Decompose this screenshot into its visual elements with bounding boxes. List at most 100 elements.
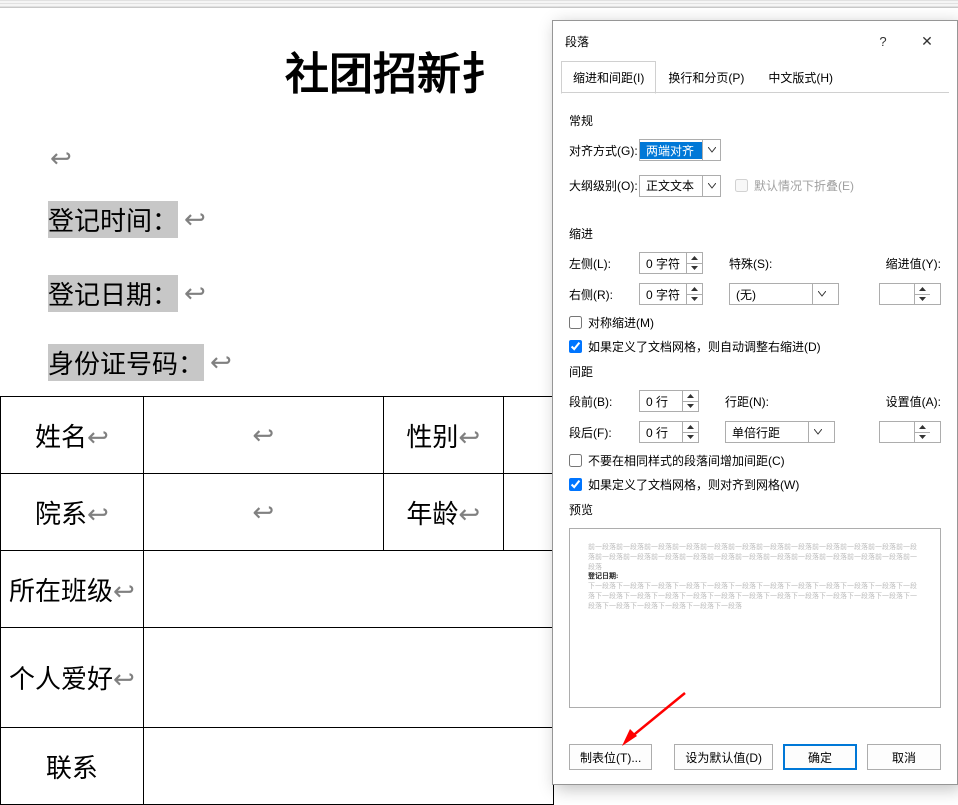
chevron-down-icon[interactable] — [687, 295, 702, 305]
cell-contact-label[interactable]: 联系 — [1, 728, 144, 805]
cell-name-label[interactable]: 姓名↩ — [1, 397, 144, 474]
selected-text[interactable]: 身份证号码： — [48, 344, 204, 381]
line-spacing-select[interactable]: 单倍行距 — [725, 421, 835, 443]
set-default-button[interactable]: 设为默认值(D) — [674, 744, 773, 770]
chevron-up-icon[interactable] — [687, 253, 702, 264]
dialog-footer: 制表位(T)... 设为默认值(D) 确定 取消 — [553, 734, 957, 784]
cell-age-value[interactable] — [503, 474, 553, 551]
outline-select[interactable]: 正文文本 — [639, 175, 721, 197]
cell-gender-label[interactable]: 性别↩ — [383, 397, 503, 474]
form-table: 姓名↩ ↩ 性别↩ 院系↩ ↩ 年龄↩ 所在班级↩ 个人爱好↩ 联系 — [0, 396, 554, 805]
paragraph-mark-icon: ↩ — [113, 664, 135, 694]
chevron-down-icon[interactable] — [915, 433, 930, 443]
dialog-titlebar[interactable]: 段落 ? ✕ — [553, 21, 957, 61]
label-collapse: 默认情况下折叠(E) — [754, 177, 854, 194]
spinner-buttons[interactable] — [686, 284, 702, 304]
label-indent-value: 缩进值(Y): — [871, 255, 941, 272]
preview-text-after: 下一段落下一段落下一段落下一段落下一段落下一段落下一段落下一段落下一段落下一段落… — [588, 582, 922, 611]
line-id-number: 身份证号码： ↩ — [48, 344, 232, 381]
close-button[interactable]: ✕ — [905, 25, 949, 57]
chevron-down-icon — [812, 284, 830, 304]
outline-value: 正文文本 — [640, 177, 702, 194]
paragraph-mark-icon: ↩ — [458, 499, 480, 529]
space-before-spinner[interactable]: 0 行 — [639, 390, 699, 412]
cell-hobby-label[interactable]: 个人爱好↩ — [1, 628, 144, 728]
chevron-down-icon — [702, 140, 720, 160]
cell-hobby-value[interactable] — [143, 628, 553, 728]
paragraph-mark-icon: ↩ — [50, 143, 72, 174]
cell-name-value[interactable]: ↩ — [143, 397, 383, 474]
cell-class-value[interactable] — [143, 551, 553, 628]
label-no-space: 不要在相同样式的段落间增加间距(C) — [588, 452, 785, 469]
no-space-same-style-checkbox[interactable] — [569, 454, 582, 467]
help-button[interactable]: ? — [861, 25, 905, 57]
paragraph-mark-icon: ↩ — [87, 422, 109, 452]
preview-text-before: 前一段落前一段落前一段落前一段落前一段落前一段落前一段落前一段落前一段落前一段落… — [588, 543, 922, 572]
chevron-up-icon[interactable] — [915, 284, 930, 295]
spinner-buttons[interactable] — [682, 391, 698, 411]
cell-age-label[interactable]: 年龄↩ — [383, 474, 503, 551]
left-indent-spinner[interactable]: 0 字符 — [639, 252, 703, 274]
paragraph-mark-icon: ↩ — [184, 278, 206, 309]
table-row: 联系 — [1, 728, 554, 805]
label-line-spacing: 行距(N): — [725, 393, 790, 410]
label-setting-value: 设置值(A): — [871, 393, 941, 410]
label-auto-right: 如果定义了文档网格，则自动调整右缩进(D) — [588, 338, 821, 355]
preview-box: 前一段落前一段落前一段落前一段落前一段落前一段落前一段落前一段落前一段落前一段落… — [569, 528, 941, 708]
chevron-down-icon — [702, 176, 720, 196]
tab-chinese-layout[interactable]: 中文版式(H) — [756, 61, 845, 93]
cell-dept-label[interactable]: 院系↩ — [1, 474, 144, 551]
space-after-spinner[interactable]: 0 行 — [639, 421, 699, 443]
empty-paragraph: ↩ — [50, 143, 72, 174]
cell-dept-value[interactable]: ↩ — [143, 474, 383, 551]
table-row: 院系↩ ↩ 年龄↩ — [1, 474, 554, 551]
cell-contact-value[interactable] — [143, 728, 553, 805]
cell-gender-value[interactable] — [503, 397, 553, 474]
cancel-button[interactable]: 取消 — [867, 744, 941, 770]
tabs-button[interactable]: 制表位(T)... — [569, 744, 652, 770]
chevron-up-icon[interactable] — [683, 391, 698, 402]
indent-value-spinner[interactable] — [879, 283, 941, 305]
alignment-select[interactable]: 两端对齐 — [639, 139, 721, 161]
spinner-buttons[interactable] — [914, 284, 930, 304]
chevron-down-icon[interactable] — [687, 264, 702, 274]
right-indent-spinner[interactable]: 0 字符 — [639, 283, 703, 305]
chevron-down-icon[interactable] — [683, 402, 698, 412]
mirror-indent-checkbox[interactable] — [569, 316, 582, 329]
spinner-buttons[interactable] — [914, 422, 930, 442]
chevron-down-icon[interactable] — [683, 433, 698, 443]
tab-line-page-breaks[interactable]: 换行和分页(P) — [656, 61, 756, 93]
label-alignment: 对齐方式(G): — [569, 142, 639, 159]
dialog-body: 常规 对齐方式(G): 两端对齐 大纲级别(O): 正文文本 默认情况下折叠(E… — [553, 94, 957, 734]
chevron-up-icon[interactable] — [683, 422, 698, 433]
alignment-value: 两端对齐 — [640, 142, 702, 159]
label-before: 段前(B): — [569, 393, 639, 410]
spinner-buttons[interactable] — [682, 422, 698, 442]
selected-text[interactable]: 登记日期： — [48, 275, 178, 312]
section-general: 常规 — [569, 112, 941, 129]
align-grid-checkbox[interactable] — [569, 478, 582, 491]
chevron-up-icon[interactable] — [915, 422, 930, 433]
label-mirror: 对称缩进(M) — [588, 314, 654, 331]
spinner-buttons[interactable] — [686, 253, 702, 273]
paragraph-mark-icon: ↩ — [113, 576, 135, 606]
collapse-checkbox — [735, 179, 748, 192]
cell-class-label[interactable]: 所在班级↩ — [1, 551, 144, 628]
label-after: 段后(F): — [569, 424, 639, 441]
selected-text[interactable]: 登记时间： — [48, 201, 178, 238]
paragraph-mark-icon: ↩ — [210, 347, 232, 378]
paragraph-mark-icon: ↩ — [184, 204, 206, 235]
chevron-down-icon[interactable] — [915, 295, 930, 305]
special-indent-select[interactable]: (无) — [729, 283, 839, 305]
line-register-date: 登记日期： ↩ — [48, 275, 206, 312]
chevron-up-icon[interactable] — [687, 284, 702, 295]
section-preview: 预览 — [569, 501, 941, 518]
ok-button[interactable]: 确定 — [783, 744, 857, 770]
tab-indent-spacing[interactable]: 缩进和间距(I) — [561, 61, 656, 94]
setting-value-spinner[interactable] — [879, 421, 941, 443]
dialog-tabs: 缩进和间距(I) 换行和分页(P) 中文版式(H) — [553, 61, 957, 94]
table-row: 姓名↩ ↩ 性别↩ — [1, 397, 554, 474]
table-row: 个人爱好↩ — [1, 628, 554, 728]
section-indent: 缩进 — [569, 225, 941, 242]
auto-right-indent-checkbox[interactable] — [569, 340, 582, 353]
